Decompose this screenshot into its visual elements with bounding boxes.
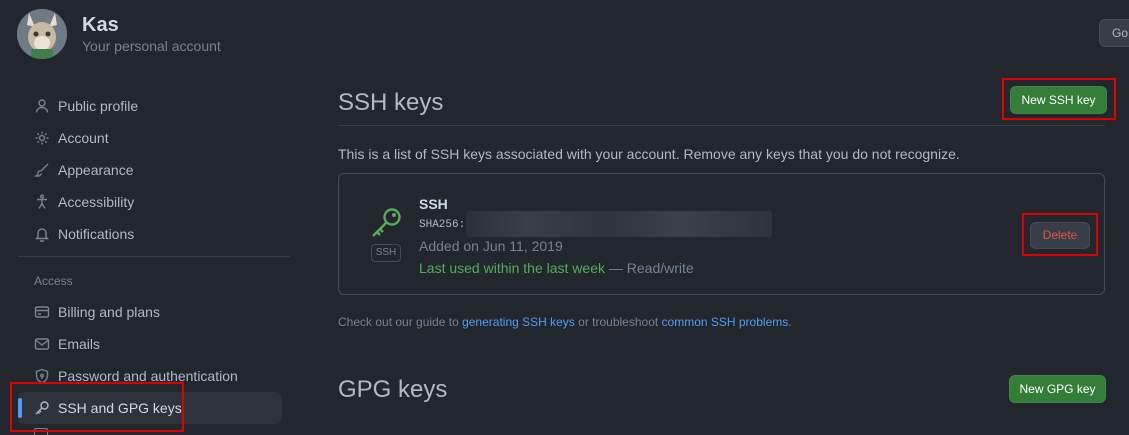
highlight-box-delete [1022, 213, 1098, 256]
mail-icon [34, 336, 50, 352]
bell-icon [34, 226, 50, 242]
gear-icon [34, 130, 50, 146]
guide-middle: or troubleshoot [574, 315, 662, 329]
guide-suffix: . [788, 315, 792, 329]
sidebar-item-label: Notifications [58, 226, 135, 242]
person-icon [34, 98, 50, 114]
ssh-badge: SSH [371, 244, 401, 262]
guide-prefix: Check out our guide to [338, 315, 463, 329]
sidebar-item-appearance[interactable]: Appearance [18, 154, 282, 186]
highlight-box-new-ssh [1002, 78, 1116, 120]
goto-profile-button[interactable]: Go to your personal profile [1099, 19, 1129, 47]
generating-ssh-keys-link[interactable]: generating SSH keys [462, 315, 575, 329]
account-name: Kas [82, 14, 119, 36]
sidebar-item-account[interactable]: Account [18, 122, 282, 154]
sidebar-item-label: Billing and plans [58, 304, 160, 320]
sidebar-item-billing[interactable]: Billing and plans [18, 296, 282, 328]
sidebar-divider [18, 256, 290, 257]
key-last-used: Last used within the last week [419, 260, 605, 276]
sidebar-item-label: Account [58, 130, 109, 146]
paintbrush-icon [34, 162, 50, 178]
sidebar-item-notifications[interactable]: Notifications [18, 218, 282, 250]
sidebar-item-label: Public profile [58, 98, 139, 114]
common-ssh-problems-link[interactable]: common SSH problems [662, 315, 789, 329]
sidebar-item-label: Appearance [58, 162, 134, 178]
key-added-date: Added on Jun 11, 2019 [419, 238, 563, 254]
new-gpg-key-button[interactable]: New GPG key [1009, 375, 1106, 403]
ssh-section-divider [338, 125, 1105, 126]
sidebar-item-accessibility[interactable]: Accessibility [18, 186, 282, 218]
key-usage: Last used within the last week — Read/wr… [419, 260, 694, 276]
highlight-box-sidebar [10, 382, 184, 432]
key-access: — Read/write [605, 260, 694, 276]
sidebar-item-label: Accessibility [58, 194, 135, 210]
key-large-icon [369, 205, 405, 246]
sidebar-item-public-profile[interactable]: Public profile [18, 90, 282, 122]
avatar[interactable] [17, 9, 67, 59]
fingerprint-label: SHA256: [419, 219, 466, 231]
ssh-description: This is a list of SSH keys associated wi… [338, 146, 960, 162]
ssh-keys-heading: SSH keys [338, 89, 444, 116]
gpg-keys-heading: GPG keys [338, 376, 448, 403]
ssh-key-title: SSH [419, 196, 448, 212]
account-subtitle: Your personal account [82, 38, 221, 54]
ssh-guide-text: Check out our guide to generating SSH ke… [338, 315, 792, 329]
sidebar-item-label: Emails [58, 336, 101, 352]
sidebar-item-emails[interactable]: Emails [18, 328, 282, 360]
accessibility-icon [34, 194, 50, 210]
sidebar-section-access: Access [34, 274, 73, 288]
credit-card-icon [34, 304, 50, 320]
fingerprint-redacted [466, 211, 772, 237]
